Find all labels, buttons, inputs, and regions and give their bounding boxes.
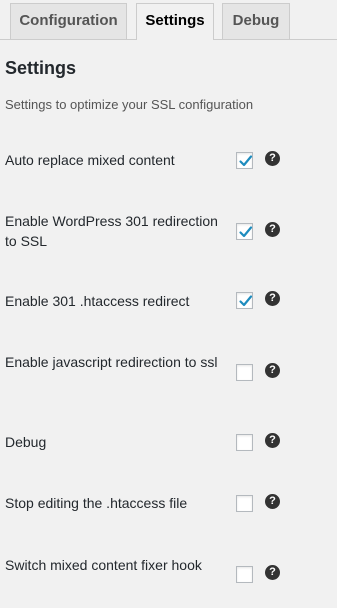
option-label: Auto replace mixed content: [5, 152, 175, 168]
tab-debug[interactable]: Debug: [222, 3, 290, 39]
page-title: Settings: [5, 58, 77, 78]
help-icon[interactable]: ?: [265, 433, 280, 448]
checkmark-icon: [239, 155, 253, 167]
option-label: Debug: [5, 434, 47, 450]
help-icon[interactable]: ?: [265, 222, 280, 237]
option-label: Enable 301 .htaccess redirect: [5, 293, 190, 309]
stop-editing-htaccess-checkbox[interactable]: [236, 495, 253, 512]
help-icon[interactable]: ?: [265, 363, 280, 378]
wordpress-301-redirect-checkbox[interactable]: [236, 223, 253, 240]
tab-bar: Configuration Settings Debug: [0, 0, 337, 40]
help-icon[interactable]: ?: [265, 151, 280, 166]
help-icon[interactable]: ?: [265, 494, 280, 509]
checkmark-icon: [239, 295, 253, 307]
option-label: Enable WordPress 301 redirection to SSL: [5, 213, 218, 249]
javascript-redirect-checkbox[interactable]: [236, 364, 253, 381]
auto-replace-mixed-content-checkbox[interactable]: [236, 152, 253, 169]
help-icon[interactable]: ?: [265, 565, 280, 580]
page-subtitle: Settings to optimize your SSL configurat…: [5, 97, 254, 112]
checkmark-icon: [239, 226, 253, 238]
htaccess-301-redirect-checkbox[interactable]: [236, 292, 253, 309]
debug-checkbox[interactable]: [236, 434, 253, 451]
tab-settings[interactable]: Settings: [136, 3, 214, 40]
tab-configuration[interactable]: Configuration: [10, 3, 127, 39]
option-label: Enable javascript redirection to ssl: [5, 354, 218, 370]
mixed-content-fixer-hook-checkbox[interactable]: [236, 566, 253, 583]
help-icon[interactable]: ?: [265, 291, 280, 306]
option-label: Stop editing the .htaccess file: [5, 495, 188, 511]
option-label: Switch mixed content fixer hook: [5, 557, 202, 573]
